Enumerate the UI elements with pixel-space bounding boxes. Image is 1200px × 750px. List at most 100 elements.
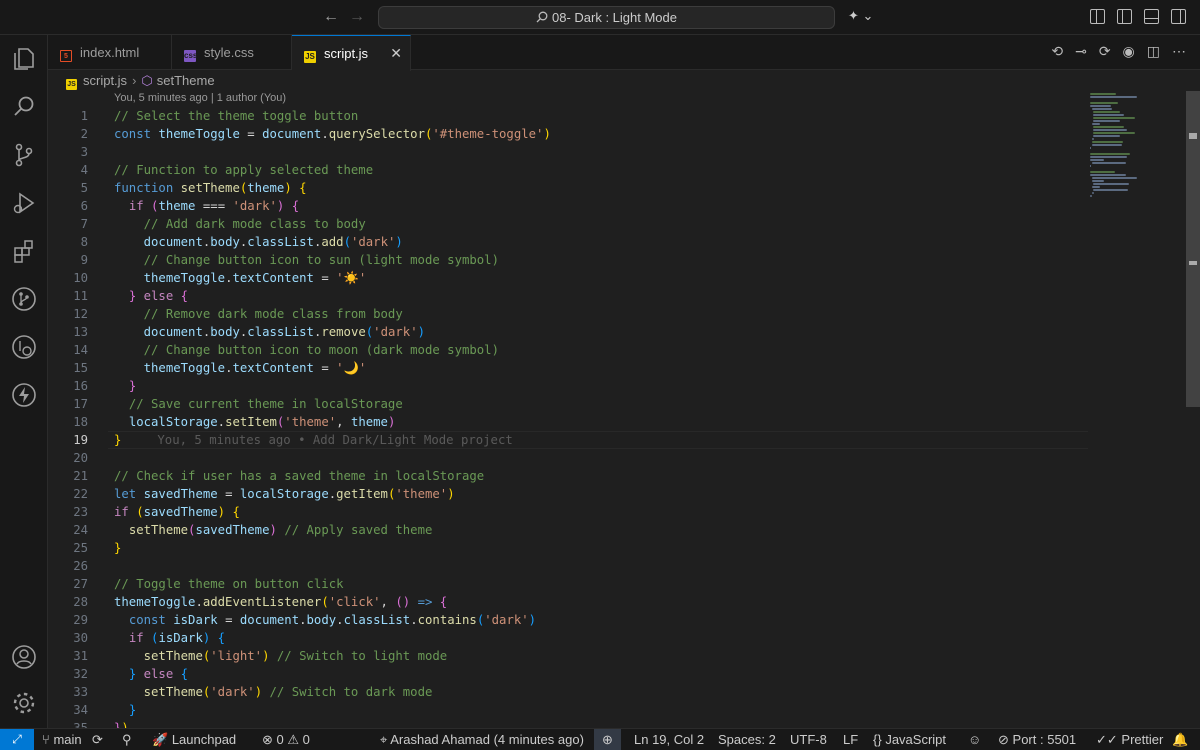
run-debug-icon[interactable] <box>10 189 38 217</box>
code-text[interactable]: setTheme('dark') // Switch to dark mode <box>114 683 433 701</box>
code-text[interactable]: // Select the theme toggle button <box>114 107 358 125</box>
git-graph-status-icon[interactable]: ⚲ <box>122 729 132 750</box>
code-line[interactable]: 12 // Remove dark mode class from body <box>48 305 1088 323</box>
cursor-position[interactable]: Ln 19, Col 2 <box>634 729 704 750</box>
code-text[interactable]: let savedTheme = localStorage.getItem('t… <box>114 485 455 503</box>
code-line[interactable]: 30 if (isDark) { <box>48 629 1088 647</box>
code-lines[interactable]: 1 // Select the theme toggle button 2 const… <box>48 107 1088 728</box>
code-line[interactable]: 34 } <box>48 701 1088 719</box>
code-line[interactable]: 21 // Check if user has a saved theme in … <box>48 467 1088 485</box>
code-text[interactable]: if (theme === 'dark') { <box>114 197 299 215</box>
code-text[interactable]: } <box>114 701 136 719</box>
minimap[interactable] <box>1090 93 1150 197</box>
code-line[interactable]: 33 setTheme('dark') // Switch to dark mo… <box>48 683 1088 701</box>
code-line[interactable]: 3 <box>48 143 1088 161</box>
code-line[interactable]: 1 // Select the theme toggle button <box>48 107 1088 125</box>
code-text[interactable]: // Function to apply selected theme <box>114 161 373 179</box>
explorer-icon[interactable] <box>10 45 38 73</box>
timeline-back-icon[interactable]: ⟲ <box>1051 43 1063 60</box>
code-line[interactable]: 26 <box>48 557 1088 575</box>
close-icon[interactable]: ✕ <box>390 36 402 71</box>
code-text[interactable]: }) <box>114 719 129 728</box>
language-mode[interactable]: {} JavaScript <box>873 729 946 750</box>
forward-arrow-icon[interactable]: → <box>346 7 368 27</box>
code-line[interactable]: 7 // Add dark mode class to body <box>48 215 1088 233</box>
copilot-status-icon[interactable]: ☺ <box>968 729 981 750</box>
code-text[interactable]: if (isDark) { <box>114 629 225 647</box>
code-line[interactable]: 8 document.body.classList.add('dark') <box>48 233 1088 251</box>
code-text[interactable]: const isDark = document.body.classList.c… <box>114 611 536 629</box>
code-text[interactable]: if (savedTheme) { <box>114 503 240 521</box>
zoom-icon[interactable]: ⊕ <box>594 729 621 750</box>
code-text[interactable]: setTheme(savedTheme) // Apply saved them… <box>114 521 433 539</box>
code-line[interactable]: 15 themeToggle.textContent = '🌙' <box>48 359 1088 377</box>
tab-index-html[interactable]: 5 index.html <box>48 35 172 70</box>
code-line[interactable]: 28 themeToggle.addEventListener('click', … <box>48 593 1088 611</box>
prettier-status[interactable]: ✓✓ Prettier <box>1096 729 1163 750</box>
git-graph-icon[interactable] <box>10 285 38 313</box>
copilot-icon[interactable]: ✦ ⌄ <box>848 8 873 24</box>
breadcrumb-symbol[interactable]: setTheme <box>157 73 215 88</box>
search-icon[interactable] <box>10 93 38 121</box>
extensions-icon[interactable] <box>10 237 38 265</box>
live-server-port[interactable]: ⊘ Port : 5501 <box>998 729 1076 750</box>
code-line[interactable]: 13 document.body.classList.remove('dark'… <box>48 323 1088 341</box>
code-line[interactable]: 20 <box>48 449 1088 467</box>
more-actions-icon[interactable]: ⋯ <box>1172 43 1186 60</box>
commit-icon[interactable]: ⊸ <box>1075 43 1087 60</box>
back-arrow-icon[interactable]: ← <box>320 7 342 27</box>
remote-indicator-icon[interactable]: ⤢ <box>0 729 34 750</box>
remote-explorer-icon[interactable] <box>10 333 38 361</box>
tab-script-js[interactable]: JS script.js ✕ <box>292 35 411 71</box>
settings-gear-icon[interactable] <box>10 689 38 717</box>
code-text[interactable]: document.body.classList.add('dark') <box>114 233 403 251</box>
code-text[interactable]: } else { <box>114 287 188 305</box>
launchpad-item[interactable]: 🚀 Launchpad <box>152 729 236 750</box>
split-editor-icon[interactable]: ◫ <box>1147 43 1160 60</box>
code-text[interactable]: function setTheme(theme) { <box>114 179 307 197</box>
code-line[interactable]: 31 setTheme('light') // Switch to light … <box>48 647 1088 665</box>
code-text[interactable]: themeToggle.addEventListener('click', ()… <box>114 593 447 611</box>
toggle-panel-icon[interactable] <box>1144 9 1159 24</box>
code-text[interactable]: // Toggle theme on button click <box>114 575 344 593</box>
code-line[interactable]: 19} You, 5 minutes ago • Add Dark/Light M… <box>48 431 1088 449</box>
code-line[interactable]: 17 // Save current theme in localStorage <box>48 395 1088 413</box>
code-line[interactable]: 11 } else { <box>48 287 1088 305</box>
code-line[interactable]: 6 if (theme === 'dark') { <box>48 197 1088 215</box>
code-text[interactable]: // Check if user has a saved theme in lo… <box>114 467 484 485</box>
code-line[interactable]: 23 if (savedTheme) { <box>48 503 1088 521</box>
code-line[interactable]: 14 // Change button icon to moon (dark m… <box>48 341 1088 359</box>
code-line[interactable]: 4 // Function to apply selected theme <box>48 161 1088 179</box>
sync-icon[interactable]: ⟳ <box>92 729 103 750</box>
code-text[interactable]: document.body.classList.remove('dark') <box>114 323 425 341</box>
code-line[interactable]: 2 const themeToggle = document.querySelec… <box>48 125 1088 143</box>
code-text[interactable]: } You, 5 minutes ago • Add Dark/Light Mod… <box>114 431 513 449</box>
toggle-primary-sidebar-icon[interactable] <box>1117 9 1132 24</box>
customize-layout-icon[interactable] <box>1090 9 1105 24</box>
code-line[interactable]: 24 setTheme(savedTheme) // Apply saved t… <box>48 521 1088 539</box>
account-icon[interactable] <box>10 643 38 671</box>
timeline-forward-icon[interactable]: ⟳ <box>1099 43 1111 60</box>
code-line[interactable]: 10 themeToggle.textContent = '☀️' <box>48 269 1088 287</box>
code-line[interactable]: 9 // Change button icon to sun (light mo… <box>48 251 1088 269</box>
code-text[interactable]: themeToggle.textContent = '☀️' <box>114 269 367 287</box>
code-text[interactable]: localStorage.setItem('theme', theme) <box>114 413 396 431</box>
code-line[interactable]: 27 // Toggle theme on button click <box>48 575 1088 593</box>
end-of-line[interactable]: LF <box>843 729 858 750</box>
code-line[interactable]: 5 function setTheme(theme) { <box>48 179 1088 197</box>
thunder-client-icon[interactable] <box>10 381 38 409</box>
toggle-secondary-sidebar-icon[interactable] <box>1171 9 1186 24</box>
encoding[interactable]: UTF-8 <box>790 729 827 750</box>
bell-icon[interactable]: 🔔 <box>1172 729 1188 750</box>
code-text[interactable]: setTheme('light') // Switch to light mod… <box>114 647 448 665</box>
code-line[interactable]: 25} <box>48 539 1088 557</box>
code-line[interactable]: 32 } else { <box>48 665 1088 683</box>
codelens-blame[interactable]: You, 5 minutes ago | 1 author (You) <box>114 92 286 104</box>
code-text[interactable]: // Remove dark mode class from body <box>114 305 403 323</box>
code-text[interactable]: // Save current theme in localStorage <box>114 395 403 413</box>
git-blame-status[interactable]: ⌖ Arashad Ahamad (4 minutes ago) <box>380 729 584 750</box>
code-line[interactable]: 22 let savedTheme = localStorage.getItem(… <box>48 485 1088 503</box>
code-text[interactable]: // Change button icon to sun (light mode… <box>114 251 499 269</box>
code-text[interactable]: // Add dark mode class to body <box>114 215 366 233</box>
code-text[interactable]: themeToggle.textContent = '🌙' <box>114 359 367 377</box>
